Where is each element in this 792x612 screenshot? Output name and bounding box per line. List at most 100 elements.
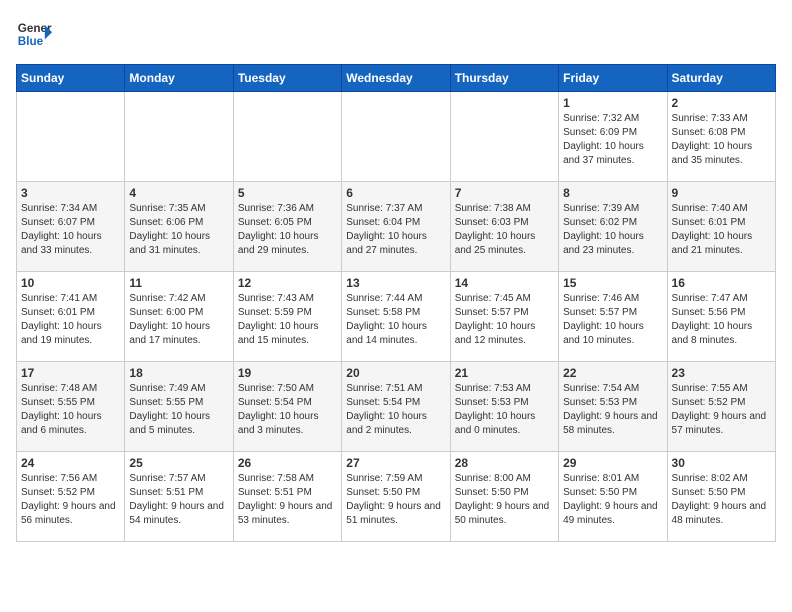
calendar-cell: 22 Sunrise: 7:54 AM Sunset: 5:53 PM Dayli… bbox=[559, 362, 667, 452]
calendar-cell: 16 Sunrise: 7:47 AM Sunset: 5:56 PM Dayli… bbox=[667, 272, 775, 362]
calendar-table: SundayMondayTuesdayWednesdayThursdayFrid… bbox=[16, 64, 776, 542]
day-info: Sunrise: 7:57 AM Sunset: 5:51 PM Dayligh… bbox=[129, 472, 228, 528]
calendar-cell: 23Sunrise: 7:55 AM Sunset: 5:52 PM Dayli… bbox=[667, 362, 775, 452]
calendar-cell: 10 Sunrise: 7:41 AM Sunset: 6:01 PM Dayli… bbox=[17, 272, 125, 362]
day-info: Sunrise: 7:32 AM Sunset: 6:09 PM Dayligh… bbox=[563, 112, 662, 168]
day-info: Sunrise: 7:45 AM Sunset: 5:57 PM Dayligh… bbox=[455, 292, 554, 348]
day-info: Sunrise: 7:49 AM Sunset: 5:55 PM Dayligh… bbox=[129, 382, 228, 438]
calendar-cell bbox=[342, 92, 450, 182]
day-info: Sunrise: 7:59 AM Sunset: 5:50 PM Dayligh… bbox=[346, 472, 445, 528]
calendar-cell: 3 Sunrise: 7:34 AM Sunset: 6:07 PM Daylig… bbox=[17, 182, 125, 272]
day-number: 18 bbox=[129, 366, 228, 380]
calendar-cell: 2Sunrise: 7:33 AM Sunset: 6:08 PM Daylig… bbox=[667, 92, 775, 182]
calendar-cell: 28 Sunrise: 8:00 AM Sunset: 5:50 PM Dayli… bbox=[450, 452, 558, 542]
day-number: 2 bbox=[672, 96, 771, 110]
calendar-cell: 30 Sunrise: 8:02 AM Sunset: 5:50 PM Dayli… bbox=[667, 452, 775, 542]
day-info: Sunrise: 7:34 AM Sunset: 6:07 PM Dayligh… bbox=[21, 202, 120, 258]
day-info: Sunrise: 7:43 AM Sunset: 5:59 PM Dayligh… bbox=[238, 292, 337, 348]
day-number: 10 bbox=[21, 276, 120, 290]
day-number: 25 bbox=[129, 456, 228, 470]
day-info: Sunrise: 7:51 AM Sunset: 5:54 PM Dayligh… bbox=[346, 382, 445, 438]
page-header: General Blue bbox=[16, 16, 776, 52]
day-info: Sunrise: 7:40 AM Sunset: 6:01 PM Dayligh… bbox=[672, 202, 771, 258]
day-info: Sunrise: 7:38 AM Sunset: 6:03 PM Dayligh… bbox=[455, 202, 554, 258]
day-info: Sunrise: 7:55 AM Sunset: 5:52 PM Dayligh… bbox=[672, 382, 771, 438]
calendar-cell bbox=[233, 92, 341, 182]
calendar-cell: 21Sunrise: 7:53 AM Sunset: 5:53 PM Dayli… bbox=[450, 362, 558, 452]
day-info: Sunrise: 7:37 AM Sunset: 6:04 PM Dayligh… bbox=[346, 202, 445, 258]
day-number: 13 bbox=[346, 276, 445, 290]
day-number: 26 bbox=[238, 456, 337, 470]
day-number: 28 bbox=[455, 456, 554, 470]
day-number: 29 bbox=[563, 456, 662, 470]
calendar-cell: 9 Sunrise: 7:40 AM Sunset: 6:01 PM Daylig… bbox=[667, 182, 775, 272]
calendar-cell: 1 Sunrise: 7:32 AM Sunset: 6:09 PM Daylig… bbox=[559, 92, 667, 182]
day-info: Sunrise: 7:42 AM Sunset: 6:00 PM Dayligh… bbox=[129, 292, 228, 348]
calendar-cell bbox=[450, 92, 558, 182]
weekday-header-saturday: Saturday bbox=[667, 65, 775, 92]
day-number: 24 bbox=[21, 456, 120, 470]
day-info: Sunrise: 8:02 AM Sunset: 5:50 PM Dayligh… bbox=[672, 472, 771, 528]
calendar-cell: 18 Sunrise: 7:49 AM Sunset: 5:55 PM Dayli… bbox=[125, 362, 233, 452]
day-info: Sunrise: 8:00 AM Sunset: 5:50 PM Dayligh… bbox=[455, 472, 554, 528]
calendar-cell bbox=[125, 92, 233, 182]
day-number: 12 bbox=[238, 276, 337, 290]
day-number: 6 bbox=[346, 186, 445, 200]
day-info: Sunrise: 7:56 AM Sunset: 5:52 PM Dayligh… bbox=[21, 472, 120, 528]
calendar-cell: 25 Sunrise: 7:57 AM Sunset: 5:51 PM Dayli… bbox=[125, 452, 233, 542]
day-number: 27 bbox=[346, 456, 445, 470]
day-number: 30 bbox=[672, 456, 771, 470]
calendar-cell: 26 Sunrise: 7:58 AM Sunset: 5:51 PM Dayli… bbox=[233, 452, 341, 542]
day-number: 21 bbox=[455, 366, 554, 380]
calendar-cell: 24 Sunrise: 7:56 AM Sunset: 5:52 PM Dayli… bbox=[17, 452, 125, 542]
calendar-cell: 15Sunrise: 7:46 AM Sunset: 5:57 PM Dayli… bbox=[559, 272, 667, 362]
day-number: 7 bbox=[455, 186, 554, 200]
day-number: 16 bbox=[672, 276, 771, 290]
calendar-cell: 14 Sunrise: 7:45 AM Sunset: 5:57 PM Dayli… bbox=[450, 272, 558, 362]
logo-icon: General Blue bbox=[16, 16, 52, 52]
day-number: 19 bbox=[238, 366, 337, 380]
day-info: Sunrise: 7:39 AM Sunset: 6:02 PM Dayligh… bbox=[563, 202, 662, 258]
day-number: 15 bbox=[563, 276, 662, 290]
day-info: Sunrise: 7:36 AM Sunset: 6:05 PM Dayligh… bbox=[238, 202, 337, 258]
weekday-header-sunday: Sunday bbox=[17, 65, 125, 92]
calendar-cell: 6 Sunrise: 7:37 AM Sunset: 6:04 PM Daylig… bbox=[342, 182, 450, 272]
calendar-cell: 20 Sunrise: 7:51 AM Sunset: 5:54 PM Dayli… bbox=[342, 362, 450, 452]
day-number: 11 bbox=[129, 276, 228, 290]
day-info: Sunrise: 7:47 AM Sunset: 5:56 PM Dayligh… bbox=[672, 292, 771, 348]
calendar-cell: 13 Sunrise: 7:44 AM Sunset: 5:58 PM Dayli… bbox=[342, 272, 450, 362]
day-number: 5 bbox=[238, 186, 337, 200]
calendar-cell: 5 Sunrise: 7:36 AM Sunset: 6:05 PM Daylig… bbox=[233, 182, 341, 272]
day-info: Sunrise: 7:50 AM Sunset: 5:54 PM Dayligh… bbox=[238, 382, 337, 438]
day-number: 14 bbox=[455, 276, 554, 290]
day-info: Sunrise: 7:35 AM Sunset: 6:06 PM Dayligh… bbox=[129, 202, 228, 258]
day-number: 1 bbox=[563, 96, 662, 110]
calendar-cell: 19 Sunrise: 7:50 AM Sunset: 5:54 PM Dayli… bbox=[233, 362, 341, 452]
day-info: Sunrise: 8:01 AM Sunset: 5:50 PM Dayligh… bbox=[563, 472, 662, 528]
calendar-cell: 4 Sunrise: 7:35 AM Sunset: 6:06 PM Daylig… bbox=[125, 182, 233, 272]
weekday-header-friday: Friday bbox=[559, 65, 667, 92]
weekday-header-monday: Monday bbox=[125, 65, 233, 92]
logo: General Blue bbox=[16, 16, 52, 52]
day-number: 17 bbox=[21, 366, 120, 380]
day-info: Sunrise: 7:44 AM Sunset: 5:58 PM Dayligh… bbox=[346, 292, 445, 348]
day-number: 20 bbox=[346, 366, 445, 380]
day-number: 22 bbox=[563, 366, 662, 380]
day-info: Sunrise: 7:58 AM Sunset: 5:51 PM Dayligh… bbox=[238, 472, 337, 528]
day-info: Sunrise: 7:41 AM Sunset: 6:01 PM Dayligh… bbox=[21, 292, 120, 348]
weekday-header-wednesday: Wednesday bbox=[342, 65, 450, 92]
day-number: 4 bbox=[129, 186, 228, 200]
calendar-cell: 11 Sunrise: 7:42 AM Sunset: 6:00 PM Dayli… bbox=[125, 272, 233, 362]
day-number: 9 bbox=[672, 186, 771, 200]
calendar-cell: 12 Sunrise: 7:43 AM Sunset: 5:59 PM Dayli… bbox=[233, 272, 341, 362]
svg-text:Blue: Blue bbox=[18, 35, 44, 48]
day-info: Sunrise: 7:54 AM Sunset: 5:53 PM Dayligh… bbox=[563, 382, 662, 438]
day-number: 8 bbox=[563, 186, 662, 200]
day-info: Sunrise: 7:48 AM Sunset: 5:55 PM Dayligh… bbox=[21, 382, 120, 438]
day-number: 3 bbox=[21, 186, 120, 200]
calendar-cell: 8 Sunrise: 7:39 AM Sunset: 6:02 PM Daylig… bbox=[559, 182, 667, 272]
calendar-cell: 27 Sunrise: 7:59 AM Sunset: 5:50 PM Dayli… bbox=[342, 452, 450, 542]
weekday-header-thursday: Thursday bbox=[450, 65, 558, 92]
calendar-cell: 17 Sunrise: 7:48 AM Sunset: 5:55 PM Dayli… bbox=[17, 362, 125, 452]
calendar-cell: 29 Sunrise: 8:01 AM Sunset: 5:50 PM Dayli… bbox=[559, 452, 667, 542]
